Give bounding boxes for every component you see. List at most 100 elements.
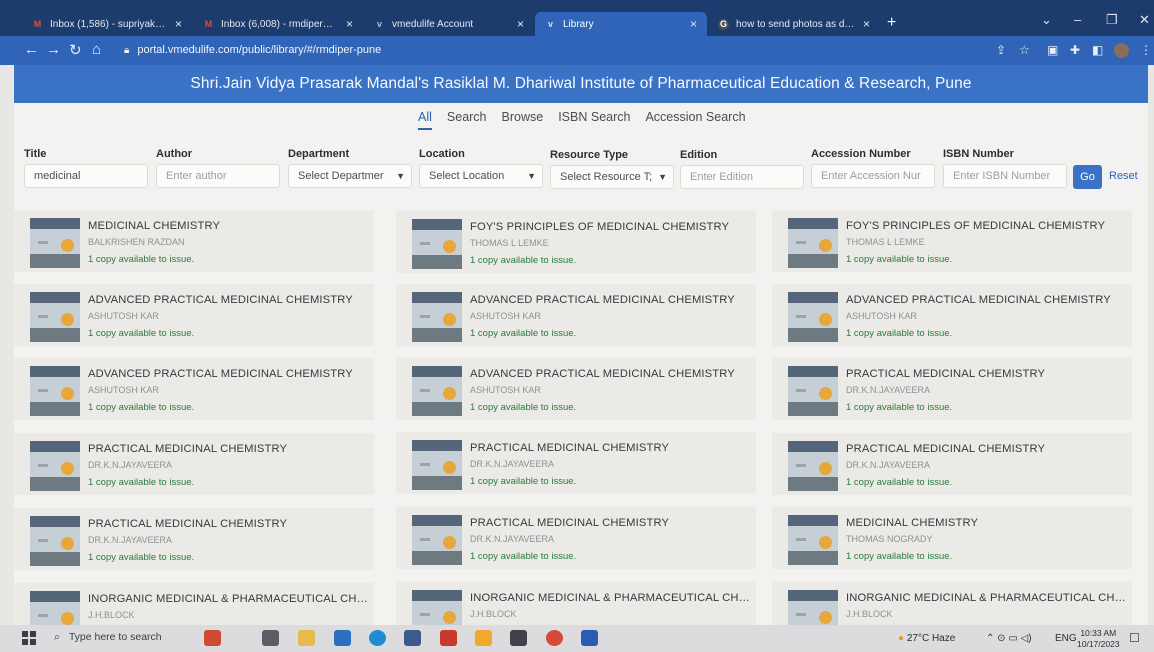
close-icon[interactable]: × [863,17,870,31]
book-card[interactable]: INORGANIC MEDICINAL & PHARMACEUTICAL CHE… [772,582,1132,625]
task-view-icon[interactable] [262,630,279,646]
clock[interactable]: 10:33 AM 10/17/2023 [1077,628,1120,650]
tab-accession-search[interactable]: Accession Search [645,110,745,130]
go-button[interactable]: Go [1073,165,1102,189]
windows-taskbar: ⌕ Type here to search ● 27°C Haze ⌃ ⊙ ▭ … [0,625,1154,652]
book-card[interactable]: INORGANIC MEDICINAL & PHARMACEUTICAL CHE… [396,582,756,625]
book-title: INORGANIC MEDICINAL & PHARMACEUTICAL CHE… [88,593,370,605]
back-icon[interactable]: ← [24,41,39,58]
book-availability: 1 copy available to issue. [846,402,953,413]
book-card[interactable]: PRACTICAL MEDICINAL CHEMISTRY DR.K.N.JAY… [772,433,1132,495]
restore-icon[interactable]: ❐ [1106,12,1118,28]
tab-isbn-search[interactable]: ISBN Search [558,110,630,130]
filezilla-icon[interactable] [440,630,457,646]
share-icon[interactable]: ⇪ [996,43,1006,57]
tab-browse[interactable]: Browse [502,110,544,130]
weather-widget[interactable]: ● 27°C Haze [898,633,955,644]
accession-number-input[interactable]: Enter Accession Nur [811,164,935,188]
chrome-icon[interactable] [546,630,563,646]
url-field[interactable]: 🔒︎ portal.vmedulife.com/public/library/#/… [124,44,381,56]
book-card[interactable]: INORGANIC MEDICINAL & PHARMACEUTICAL CHE… [14,583,374,625]
word-icon[interactable] [581,630,598,646]
book-availability: 1 copy available to issue. [88,254,195,265]
close-window-icon[interactable]: ✕ [1139,12,1150,28]
browser-tab-gmail-2[interactable]: M Inbox (6,008) - rmdiper@gmail... × [193,12,363,36]
store-icon[interactable] [404,630,421,646]
taskbar-search[interactable]: ⌕ Type here to search [54,631,162,644]
author-input[interactable]: Enter author [156,164,280,188]
book-card[interactable]: PRACTICAL MEDICINAL CHEMISTRY DR.K.N.JAY… [14,508,374,570]
profile-avatar[interactable] [1114,43,1129,58]
minimize-icon[interactable]: – [1074,12,1081,27]
file-explorer-icon[interactable] [298,630,315,646]
gmail-icon: M [33,19,42,29]
book-author: BALKRISHEN RAZDAN [88,237,185,247]
book-cover-image [788,366,838,416]
book-card[interactable]: ADVANCED PRACTICAL MEDICINAL CHEMISTRY A… [14,358,374,420]
app-icon[interactable] [475,630,492,646]
book-author: ASHUTOSH KAR [470,311,541,321]
new-tab-button[interactable]: + [887,14,896,32]
isbn-number-input[interactable]: Enter ISBN Number [943,164,1067,188]
book-card[interactable]: PRACTICAL MEDICINAL CHEMISTRY DR.K.N.JAY… [396,432,756,494]
browser-tab-google[interactable]: G how to send photos as docume... × [708,12,880,36]
resource-type-label: Resource Type [550,149,629,161]
tray-icons[interactable]: ⌃ ⊙ ▭ ◁) [986,633,1032,644]
extension-icon[interactable]: ▣ [1047,43,1058,57]
book-card[interactable]: PRACTICAL MEDICINAL CHEMISTRY DR.K.N.JAY… [396,507,756,569]
resource-type-select[interactable]: Select Resource T; ▼ [550,165,674,189]
puzzle-icon[interactable]: ✚ [1070,43,1080,57]
reload-icon[interactable]: ↻ [69,41,82,59]
book-title: PRACTICAL MEDICINAL CHEMISTRY [470,442,670,454]
app-icon[interactable] [204,630,221,646]
book-availability: 1 copy available to issue. [846,328,953,339]
windows-start-icon[interactable] [22,631,36,645]
book-card[interactable]: MEDICINAL CHEMISTRY THOMAS NOGRADY 1 cop… [772,507,1132,569]
book-card[interactable]: ADVANCED PRACTICAL MEDICINAL CHEMISTRY A… [396,284,756,346]
location-select[interactable]: Select Location ▼ [419,164,543,188]
app-icon[interactable] [510,630,527,646]
search-icon: ⌕ [54,631,60,643]
edition-input[interactable]: Enter Edition [680,165,804,189]
notification-icon[interactable]: ☐ [1129,631,1140,645]
clock-date: 10/17/2023 [1077,639,1120,649]
tab-search[interactable]: Search [447,110,487,130]
browser-tab-library[interactable]: v Library × [535,12,707,36]
chevron-down-icon: ▼ [527,171,536,181]
tab-all[interactable]: All [418,110,432,130]
book-card[interactable]: PRACTICAL MEDICINAL CHEMISTRY DR.K.N.JAY… [772,358,1132,420]
close-icon[interactable]: × [517,17,524,31]
side-panel-icon[interactable]: ◧ [1092,43,1103,57]
book-cover-image [412,219,462,269]
browser-tab-gmail-1[interactable]: M Inbox (1,586) - supriyakuber@g... × [22,12,192,36]
browser-tab-vmedulife[interactable]: v vmedulife Account × [364,12,534,36]
menu-icon[interactable]: ⋮ [1140,43,1152,57]
tab-search-icon[interactable]: ⌄ [1041,12,1052,28]
tab-title: Inbox (1,586) - supriyakuber@g... [50,18,167,30]
book-card[interactable]: PRACTICAL MEDICINAL CHEMISTRY DR.K.N.JAY… [14,433,374,495]
book-card[interactable]: FOY'S PRINCIPLES OF MEDICINAL CHEMISTRY … [772,210,1132,272]
title-input[interactable]: medicinal [24,164,148,188]
bookmark-star-icon[interactable]: ☆ [1019,43,1030,57]
book-card[interactable]: FOY'S PRINCIPLES OF MEDICINAL CHEMISTRY … [396,211,756,273]
close-icon[interactable]: × [346,17,353,31]
close-icon[interactable]: × [690,17,697,31]
department-select[interactable]: Select Departmer ▼ [288,164,412,188]
reset-button[interactable]: Reset [1109,170,1138,182]
close-icon[interactable]: × [175,17,182,31]
book-card[interactable]: ADVANCED PRACTICAL MEDICINAL CHEMISTRY A… [772,284,1132,346]
language-indicator[interactable]: ENG [1055,633,1077,644]
book-cover-image [30,366,80,416]
home-icon[interactable]: ⌂ [92,41,101,58]
book-card[interactable]: ADVANCED PRACTICAL MEDICINAL CHEMISTRY A… [396,358,756,420]
book-cover-image [30,591,80,625]
tab-title: Inbox (6,008) - rmdiper@gmail... [221,18,338,30]
clock-time: 10:33 AM [1080,628,1117,638]
book-card[interactable]: ADVANCED PRACTICAL MEDICINAL CHEMISTRY A… [14,284,374,346]
forward-icon[interactable]: → [46,41,61,58]
address-bar: ← → ↻ ⌂ 🔒︎ portal.vmedulife.com/public/li… [0,36,1154,65]
edge-icon[interactable] [369,630,386,646]
mail-icon[interactable] [334,630,351,646]
book-author: ASHUTOSH KAR [470,385,541,395]
book-card[interactable]: MEDICINAL CHEMISTRY BALKRISHEN RAZDAN 1 … [14,210,374,272]
